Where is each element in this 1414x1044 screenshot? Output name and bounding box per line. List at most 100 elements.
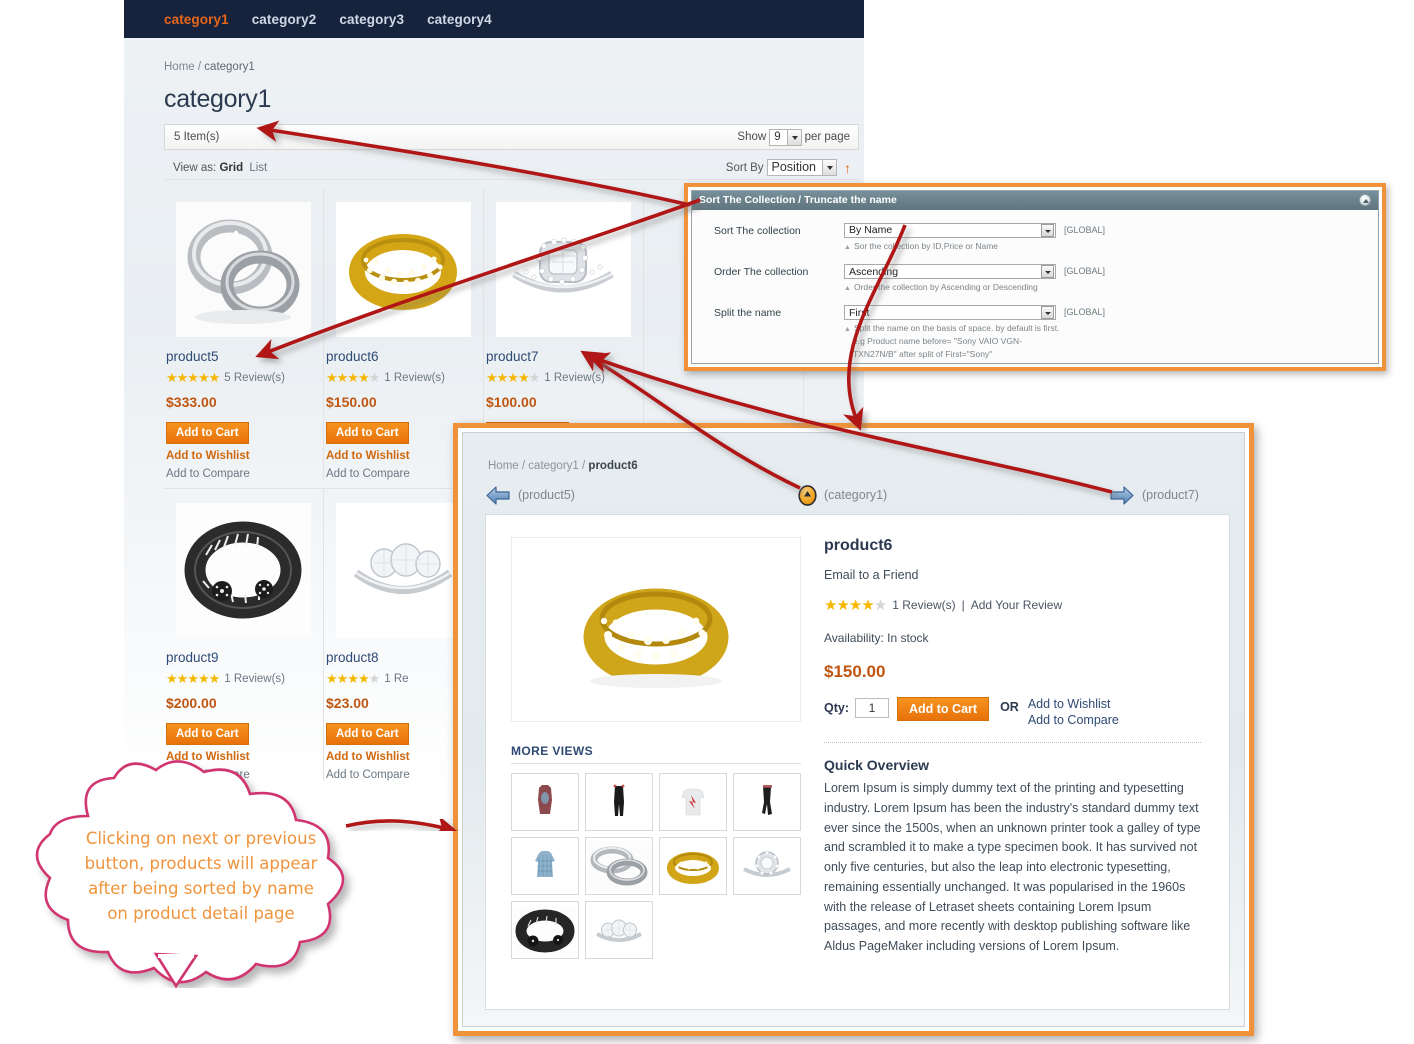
previous-product-link[interactable]: (product5) [485,485,575,506]
next-product-link[interactable]: (product7) [1109,485,1199,506]
product-info-column: product6 Email to a Friend ★★★★ ★ 1 Revie… [816,537,1229,1009]
star-icon: ★★★★★ [166,370,220,385]
detail-add-to-cart-button[interactable]: Add to Cart [897,697,990,721]
sort-by-label: Sort By [725,161,764,174]
breadcrumb-home[interactable]: Home [164,61,195,73]
star-icon-empty: ★ [873,597,887,614]
add-to-cart-button[interactable]: Add to Cart [326,723,409,745]
toolbar-sort-row: View as: Grid List Sort By Position ↑ [164,156,859,180]
star-icon: ★★★★★ [166,671,220,686]
chevron-down-icon [786,129,801,145]
thumbnail-halo-diamond-ring[interactable] [733,837,801,895]
breadcrumb-separator: / [521,460,526,472]
detail-review-count[interactable]: 1 Review(s) [892,598,955,612]
nav-item-category2[interactable]: category2 [252,12,317,27]
item-count: 5 Item(s) [174,131,220,143]
breadcrumb-home[interactable]: Home [488,460,519,472]
up-to-category-link[interactable]: (category1) [798,484,887,506]
product-image-silver-bands[interactable] [176,202,311,337]
or-label: OR [1000,700,1019,714]
add-your-review-link[interactable]: Add Your Review [971,598,1062,612]
product-image-three-stone-ring[interactable] [336,503,471,638]
order-the-collection-select[interactable]: Ascending [844,264,1056,280]
product-price: $333.00 [166,394,217,410]
thumbnail-blue-dress[interactable] [511,837,579,895]
field-hint: ▲ Split the name on the basis of space. b… [844,322,1105,360]
split-the-name-select[interactable]: First [844,305,1056,321]
review-count[interactable]: 5 Review(s) [224,372,285,384]
thumbnail-black-leggings[interactable] [585,773,653,831]
detail-add-to-compare-link[interactable]: Add to Compare [1028,713,1119,727]
thumbnail-tights[interactable] [733,773,801,831]
qty-input[interactable]: 1 [855,698,889,718]
chevron-down-icon [1041,265,1054,279]
detail-add-to-wishlist-link[interactable]: Add to Wishlist [1028,697,1119,711]
rating: ★★★★★ 1 Review(s) [166,671,323,687]
sort-direction-icon[interactable]: ↑ [844,160,851,176]
add-to-compare-link[interactable]: Add to Compare [166,468,323,480]
more-views-thumbnails [511,773,803,959]
sort-by-value: Position [771,160,816,174]
thumbnail-silver-bands[interactable] [585,837,653,895]
review-count[interactable]: 1 Review(s) [384,372,445,384]
breadcrumb-category[interactable]: category1 [528,460,579,472]
review-count[interactable]: 1 Review(s) [544,372,605,384]
add-to-wishlist-link[interactable]: Add to Wishlist [166,450,323,462]
sort-the-collection-select[interactable]: By Name [844,222,1056,238]
product-name[interactable]: product6 [326,349,483,364]
breadcrumb: Home / category1 [124,38,864,73]
product-image-halo-diamond-ring[interactable] [496,202,631,337]
more-views-heading: MORE VIEWS [511,744,801,764]
nav-item-category4[interactable]: category4 [427,12,492,27]
product-image-black-beaded-ring[interactable] [176,503,311,638]
review-count[interactable]: 1 Review(s) [224,673,285,685]
per-page-select[interactable]: 9 [769,128,802,146]
admin-panel-header[interactable]: Sort The Collection / Truncate the name [692,191,1378,210]
product-price: $200.00 [166,695,217,711]
annotation-callout-cloud: Clicking on next or previous button, pro… [28,758,368,989]
add-to-cart-button[interactable]: Add to Cart [166,422,249,444]
nav-item-category1[interactable]: category1 [164,12,229,27]
add-to-cart-button[interactable]: Add to Cart [166,723,249,745]
rating: ★★★★★ 5 Review(s) [166,370,323,386]
rating: ★★★★★ 1 Review(s) [326,370,483,386]
view-as-list[interactable]: List [249,162,267,174]
detail-product-name: product6 [824,537,893,554]
main-navigation: category1 category2 category3 category4 [124,0,864,38]
admin-field-split-the-name: Split the name First [GLOBAL] ▲ Split the… [714,305,1378,360]
product-name[interactable]: product7 [486,349,643,364]
thumbnail-gold-pave-ring[interactable] [659,837,727,895]
admin-config-panel-highlight: Sort The Collection / Truncate the name … [684,183,1386,371]
sort-by-select[interactable]: Position [766,159,837,176]
thumbnail-graphic-tee[interactable] [659,773,727,831]
product-card-product5: product5 ★★★★★ 5 Review(s) $333.00 Add t… [164,188,324,480]
product-image-gold-pave-ring[interactable] [336,202,471,337]
chevron-down-icon [1041,306,1054,320]
scope-label: [GLOBAL] [1064,307,1106,318]
product-card-product9: product9 ★★★★★ 1 Review(s) $200.00 Add t… [164,488,324,781]
collapse-icon[interactable] [1359,194,1371,207]
thumbnail-tank-top[interactable] [511,773,579,831]
scope-label: [GLOBAL] [1064,266,1106,277]
field-label: Order The collection [714,266,809,279]
product-detail-card: MORE VIEWS product6 Email to a Friend ★★… [485,514,1230,1010]
product-main-image[interactable] [511,537,801,722]
nav-item-category3[interactable]: category3 [339,12,404,27]
triangle-icon: ▲ [844,285,851,293]
product-detail-page: Home / category1 / product6 (product5) (… [462,432,1245,1027]
triangle-icon: ▲ [844,326,851,334]
review-count[interactable]: 1 Re [384,673,408,685]
star-icon-empty: ★ [368,370,381,385]
star-icon: ★★★★ [326,370,370,385]
thumbnail-three-stone-ring[interactable] [585,901,653,959]
field-hint: ▲ Sor the collection by ID,Price or Name [844,240,1105,253]
admin-field-sort-the-collection: Sort The collection By Name [GLOBAL] ▲ So… [714,222,1378,253]
product-name[interactable]: product5 [166,349,323,364]
product-name[interactable]: product9 [166,650,323,665]
field-label: Split the name [714,307,782,320]
add-to-cart-button[interactable]: Add to Cart [326,422,409,444]
view-as-grid[interactable]: Grid [219,162,243,174]
thumbnail-black-beaded-ring[interactable] [511,901,579,959]
email-to-friend-link[interactable]: Email to a Friend [824,568,1201,582]
detail-breadcrumb: Home / category1 / product6 [463,433,1244,472]
